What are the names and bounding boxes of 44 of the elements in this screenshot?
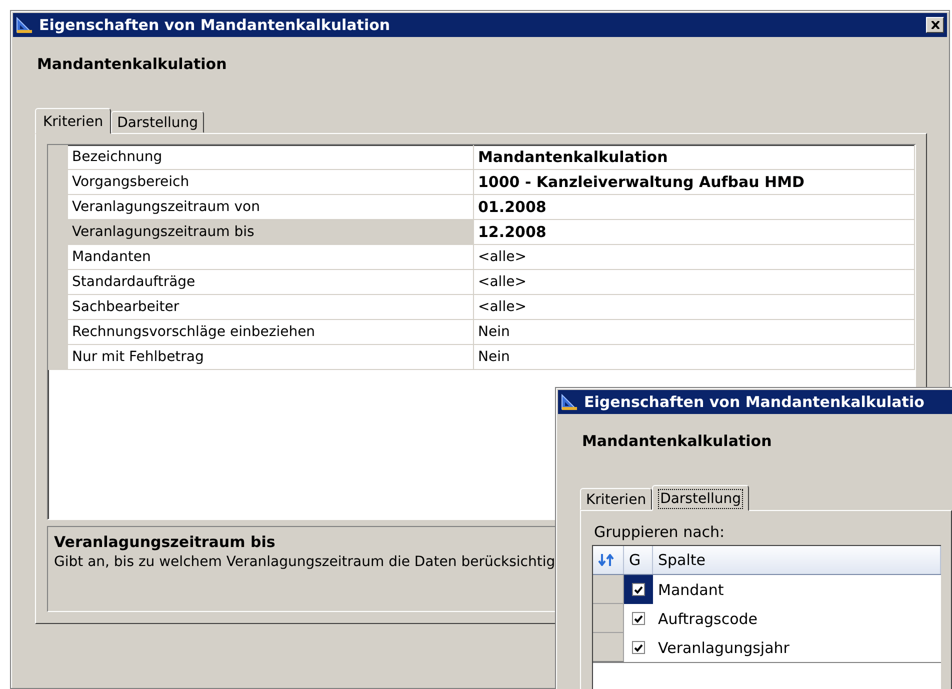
window-title: Eigenschaften von Mandantenkalkulatio: [584, 393, 926, 411]
checkbox[interactable]: [632, 583, 645, 596]
row-header: [593, 633, 624, 662]
row-label[interactable]: Veranlagungsjahr: [653, 633, 941, 662]
column-header[interactable]: G: [624, 546, 653, 574]
row-header: [593, 604, 624, 633]
tab[interactable]: Kriterien: [35, 108, 112, 134]
row-header: [48, 345, 68, 370]
property-value: <alle>: [474, 295, 915, 320]
description-text: Gibt an, bis zu welchem Veranlagungszeitraum die Daten berücksichtig: [54, 554, 556, 570]
property-label[interactable]: Standardaufträge: [68, 270, 474, 295]
checkbox[interactable]: [632, 641, 645, 654]
property-value: 12.2008: [474, 220, 915, 245]
property-value: Mandantenkalkulation: [474, 145, 915, 170]
dialog-heading: Mandantenkalkulation: [37, 55, 228, 73]
property-value: Nein: [474, 320, 915, 345]
checkbox[interactable]: [632, 612, 645, 625]
close-button[interactable]: [926, 17, 944, 33]
checkbox-cell[interactable]: [624, 575, 653, 604]
property-label[interactable]: Veranlagungszeitraum bis: [68, 220, 474, 245]
property-label[interactable]: Bezeichnung: [68, 145, 474, 170]
group-label: Gruppieren nach:: [594, 523, 725, 541]
tab[interactable]: Darstellung: [111, 111, 204, 133]
tab[interactable]: Kriterien: [580, 488, 652, 510]
dialog-heading: Mandantenkalkulation: [582, 432, 773, 450]
property-value: <alle>: [474, 245, 915, 270]
row-label[interactable]: Mandant: [653, 575, 941, 604]
property-label[interactable]: Vorgangsbereich: [68, 170, 474, 195]
window-title: Eigenschaften von Mandantenkalkulation: [39, 16, 392, 34]
property-label[interactable]: Mandanten: [68, 245, 474, 270]
row-header: [593, 575, 624, 604]
description-title: Veranlagungszeitraum bis: [54, 533, 276, 551]
property-label[interactable]: Rechnungsvorschläge einbeziehen: [68, 320, 474, 345]
property-value: Nein: [474, 345, 915, 370]
row-header: [48, 145, 68, 170]
row-label[interactable]: Auftragscode: [653, 604, 941, 633]
property-value: 1000 - Kanzleiverwaltung Aufbau HMD: [474, 170, 915, 195]
tab[interactable]: Darstellung: [652, 485, 749, 511]
property-value: 01.2008: [474, 195, 915, 220]
close-icon: [930, 21, 940, 29]
column-header[interactable]: Spalte: [653, 546, 941, 574]
property-label[interactable]: Sachbearbeiter: [68, 295, 474, 320]
property-label[interactable]: Nur mit Fehlbetrag: [68, 345, 474, 370]
property-value: <alle>: [474, 270, 915, 295]
